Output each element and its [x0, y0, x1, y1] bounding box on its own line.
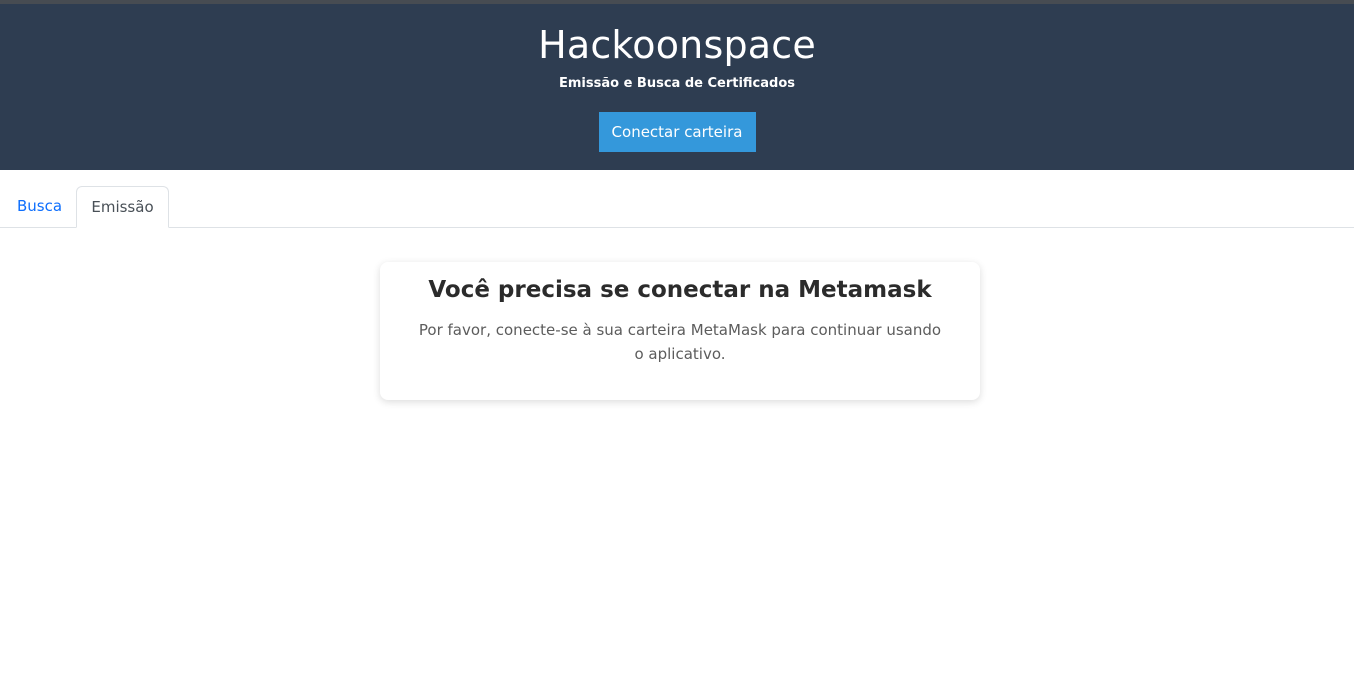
tab-emissao[interactable]: Emissão — [76, 186, 169, 228]
app-header: Hackoonspace Emissão e Busca de Certific… — [0, 4, 1354, 170]
tab-busca[interactable]: Busca — [1, 186, 78, 228]
app-subtitle: Emissão e Busca de Certificados — [558, 76, 795, 91]
tab-bar: Busca Emissão — [0, 170, 1354, 228]
connect-wallet-button[interactable]: Conectar carteira — [598, 112, 756, 152]
notice-title: Você precisa se conectar na Metamask — [428, 277, 932, 303]
app-title: Hackoonspace — [538, 23, 816, 67]
notice-message: Por favor, conecte-se à sua carteira Met… — [418, 321, 942, 363]
metamask-notice-card: Você precisa se conectar na Metamask Por… — [380, 262, 980, 400]
